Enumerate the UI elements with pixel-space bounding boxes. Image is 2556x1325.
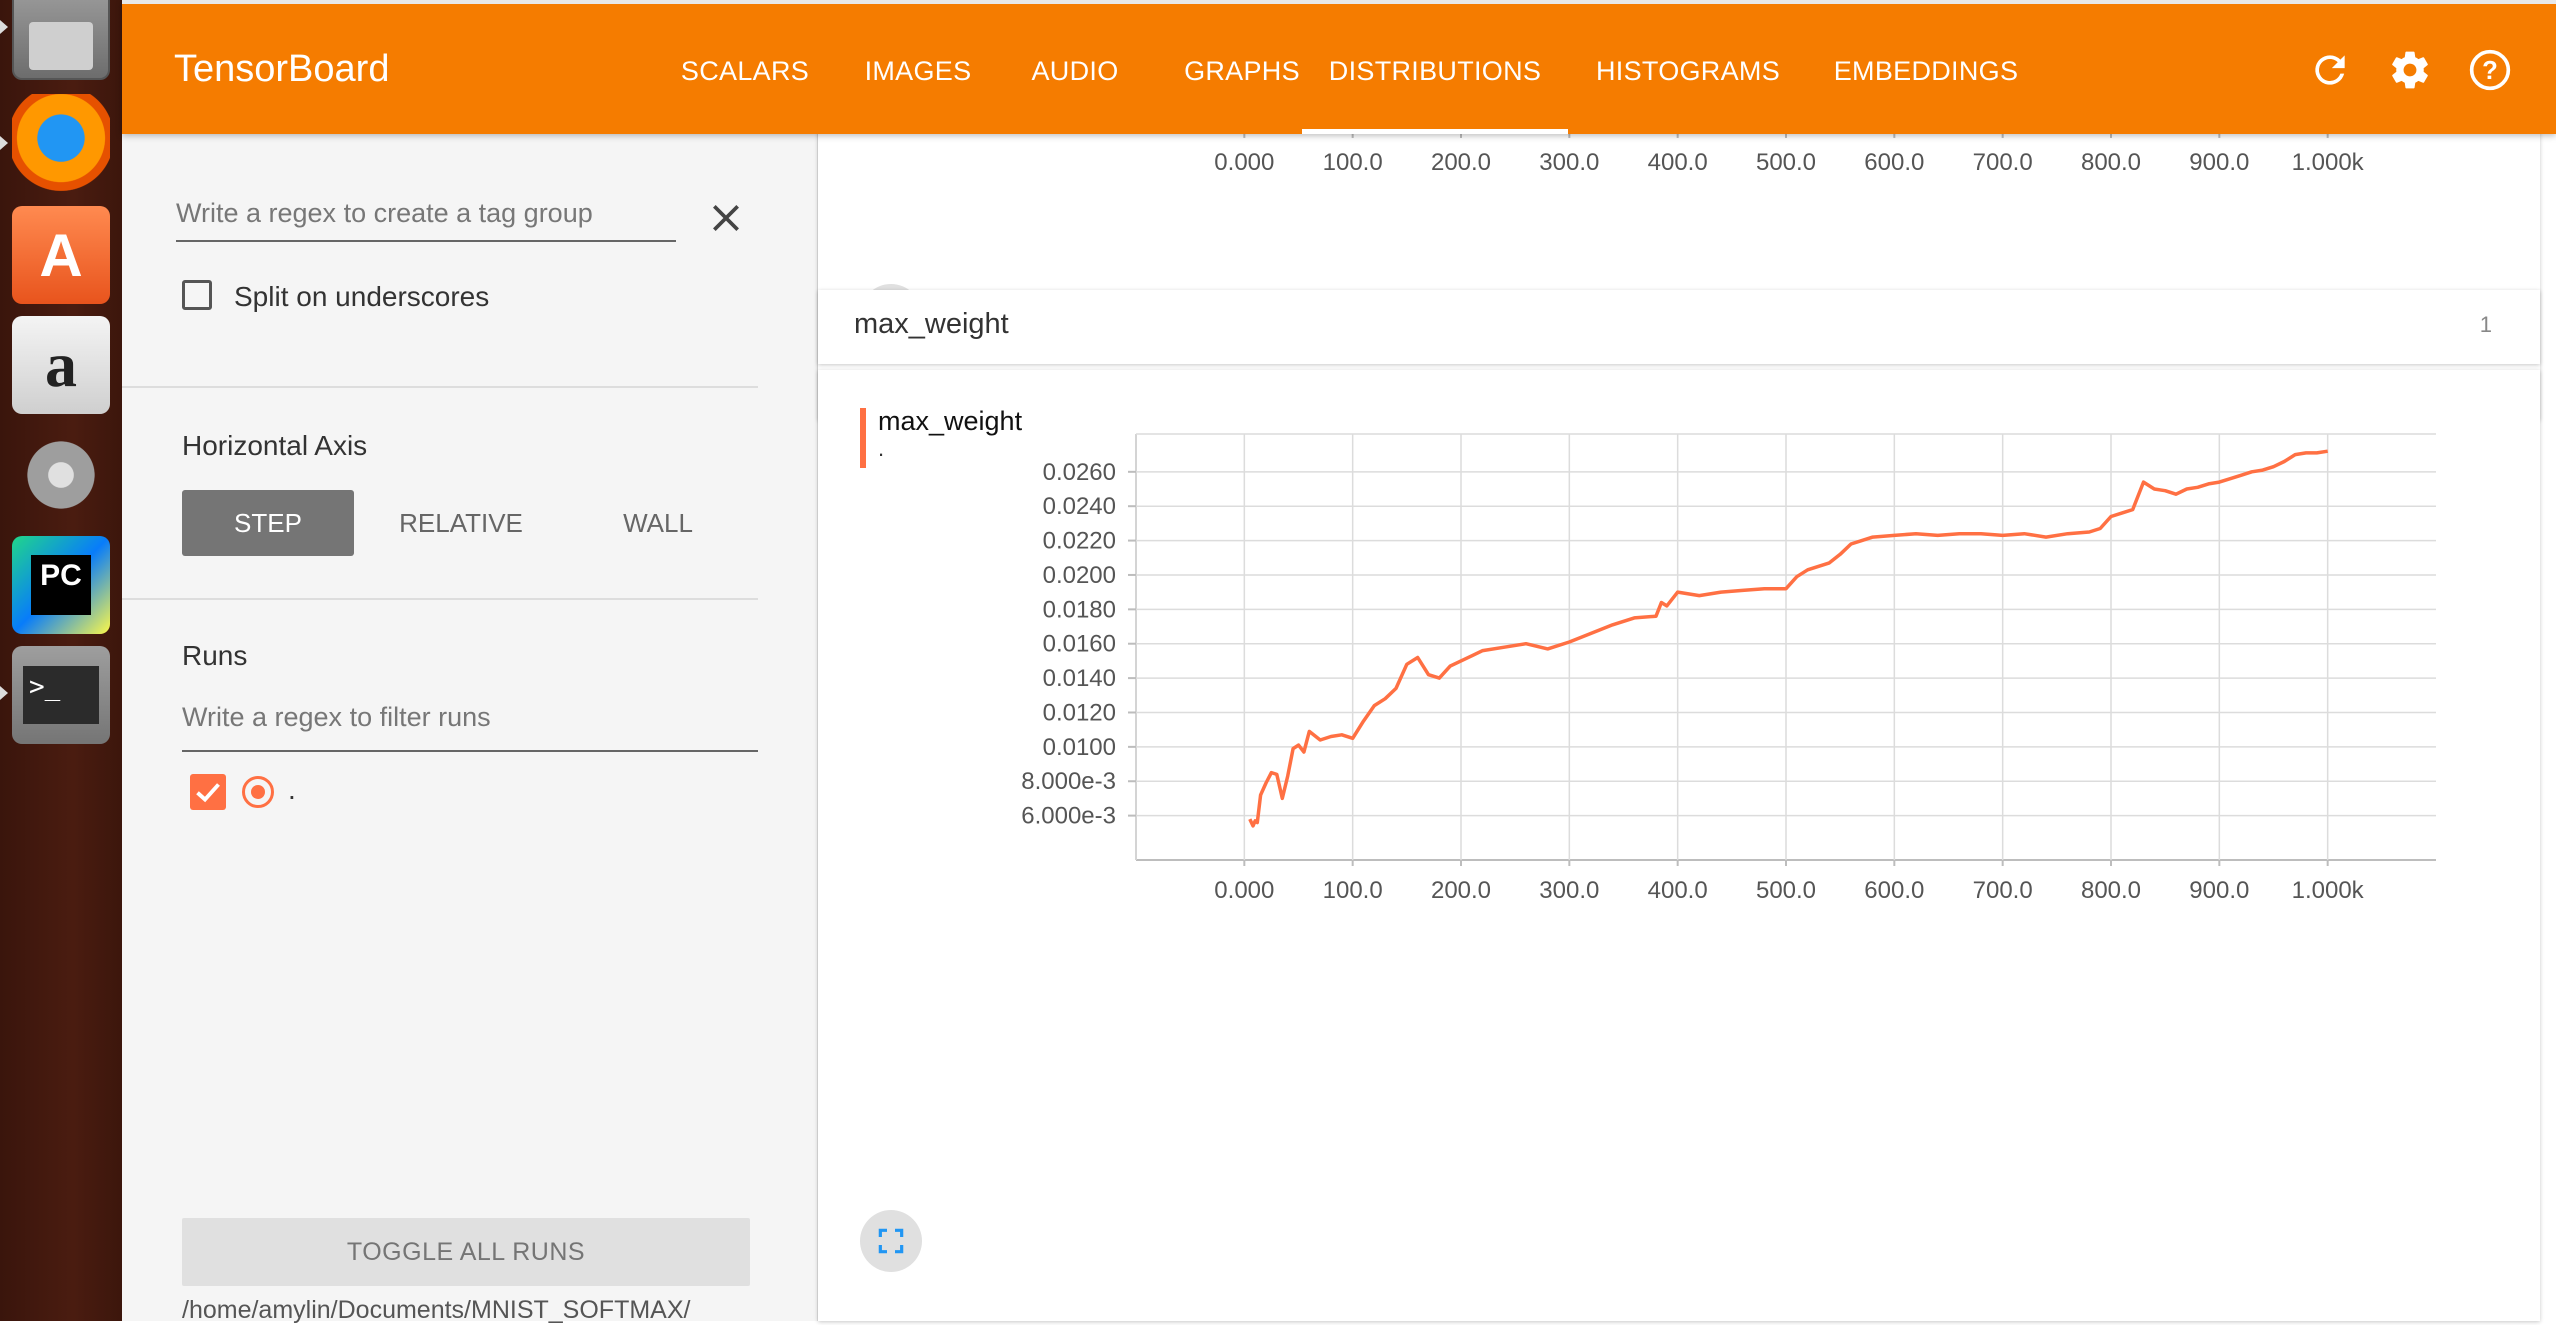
previous-chart-x-axis: 0.000 100.0 200.0 300.0 400.0 500.0 600.0 700.0…	[1135, 114, 2365, 176]
x-tick-label: 0.000	[1214, 149, 1274, 176]
axis-wall-button[interactable]: WALL	[570, 490, 746, 556]
running-indicator	[0, 20, 8, 34]
axis-relative-button[interactable]: RELATIVE	[372, 490, 550, 556]
chart-card: max_weight . 0.000 100.0 200.0 300.0 400.0 50…	[818, 370, 2540, 1321]
y-tick-label: 0.0120	[1043, 699, 1116, 726]
split-underscores-label: Split on underscores	[234, 281, 490, 312]
x-tick-label: 400.0	[1648, 149, 1708, 176]
settings-icon[interactable]	[2388, 48, 2432, 92]
y-tick-label: 0.0200	[1043, 562, 1116, 589]
refresh-icon[interactable]	[2308, 48, 2352, 92]
x-tick-label: 600.0	[1864, 149, 1924, 176]
axis-step-button[interactable]: STEP	[182, 490, 354, 556]
x-tick-label: 200.0	[1431, 877, 1491, 904]
app-title: TensorBoard	[174, 48, 390, 90]
close-icon[interactable]	[706, 198, 746, 238]
x-tick-label: 300.0	[1539, 877, 1599, 904]
divider	[122, 598, 758, 600]
y-tick-label: 0.0180	[1043, 596, 1116, 623]
x-tick-label: 900.0	[2189, 149, 2249, 176]
x-tick-label: 400.0	[1648, 877, 1708, 904]
run-name: .	[288, 774, 296, 805]
distribution-chart[interactable]: 0.000 100.0 200.0 300.0 400.0 500.0 600.0 700.0…	[818, 370, 2540, 1321]
file-manager-icon[interactable]	[12, 0, 110, 80]
y-tick-label: 8.000e-3	[1021, 768, 1116, 795]
x-tick-label: 100.0	[1323, 877, 1383, 904]
sidebar: Write a regex to create a tag group Spli…	[122, 134, 818, 1324]
split-underscores-checkbox[interactable]	[182, 280, 212, 310]
ubuntu-launcher: A a PC >_	[0, 0, 122, 1321]
x-tick-label: 800.0	[2081, 149, 2141, 176]
y-tick-label: 0.0220	[1043, 528, 1116, 555]
x-tick-label: 200.0	[1431, 149, 1491, 176]
software-center-icon[interactable]: A	[12, 206, 110, 304]
firefox-icon[interactable]	[12, 94, 110, 192]
x-tick-label: 500.0	[1756, 149, 1816, 176]
y-tick-label: 0.0240	[1043, 493, 1116, 520]
fullscreen-icon	[878, 1228, 904, 1254]
pycharm-icon[interactable]: PC	[12, 536, 110, 634]
tab-audio[interactable]: AUDIO	[998, 4, 1152, 134]
category-name: max_weight	[854, 308, 1009, 340]
running-indicator	[0, 136, 8, 150]
x-tick-label: 1.000k	[2292, 877, 2365, 904]
runs-filter-input[interactable]: Write a regex to filter runs	[182, 702, 758, 752]
tab-embeddings[interactable]: EMBEDDINGS	[1808, 4, 2044, 134]
x-tick-label: 800.0	[2081, 877, 2141, 904]
amazon-icon[interactable]: a	[12, 316, 110, 414]
x-tick-label: 500.0	[1756, 877, 1816, 904]
main-content: 0.000 100.0 200.0 300.0 400.0 500.0 600.0 700.0…	[818, 114, 2556, 1321]
tag-group-input[interactable]: Write a regex to create a tag group	[176, 198, 676, 242]
divider	[122, 386, 758, 388]
expand-chart-button[interactable]	[860, 1210, 922, 1272]
run-radio[interactable]	[242, 776, 274, 808]
horizontal-axis-title: Horizontal Axis	[182, 430, 368, 461]
tab-distributions[interactable]: DISTRIBUTIONS	[1302, 4, 1568, 134]
runs-title: Runs	[182, 640, 248, 671]
x-tick-label: 700.0	[1973, 877, 2033, 904]
x-tick-label: 0.000	[1214, 877, 1274, 904]
y-tick-label: 0.0140	[1043, 665, 1116, 692]
help-icon[interactable]: ?	[2468, 48, 2512, 92]
category-header[interactable]: max_weight 1	[818, 290, 2540, 364]
x-tick-label: 300.0	[1539, 149, 1599, 176]
y-tick-label: 0.0160	[1043, 631, 1116, 658]
system-settings-icon[interactable]	[12, 426, 110, 524]
check-icon	[196, 783, 220, 803]
y-tick-label: 6.000e-3	[1021, 803, 1116, 830]
y-tick-label: 0.0260	[1043, 459, 1116, 486]
radio-dot	[251, 785, 265, 799]
terminal-icon[interactable]: >_	[12, 646, 110, 744]
run-checkbox[interactable]	[190, 774, 226, 810]
running-indicator	[0, 686, 8, 700]
y-tick-label: 0.0100	[1043, 734, 1116, 761]
tab-scalars[interactable]: SCALARS	[652, 4, 838, 134]
x-tick-label: 700.0	[1973, 149, 2033, 176]
series-line	[1248, 449, 2328, 828]
tab-histograms[interactable]: HISTOGRAMS	[1568, 4, 1808, 134]
tab-images[interactable]: IMAGES	[838, 4, 998, 134]
x-tick-label: 900.0	[2189, 877, 2249, 904]
x-tick-label: 1.000k	[2292, 149, 2365, 176]
category-count: 1	[2479, 312, 2492, 337]
x-tick-label: 100.0	[1323, 149, 1383, 176]
x-tick-label: 600.0	[1864, 877, 1924, 904]
toggle-all-runs-button[interactable]: TOGGLE ALL RUNS	[182, 1218, 750, 1286]
top-toolbar: TensorBoard SCALARS IMAGES AUDIO GRAPHS …	[122, 0, 2556, 134]
svg-text:?: ?	[2482, 57, 2498, 85]
